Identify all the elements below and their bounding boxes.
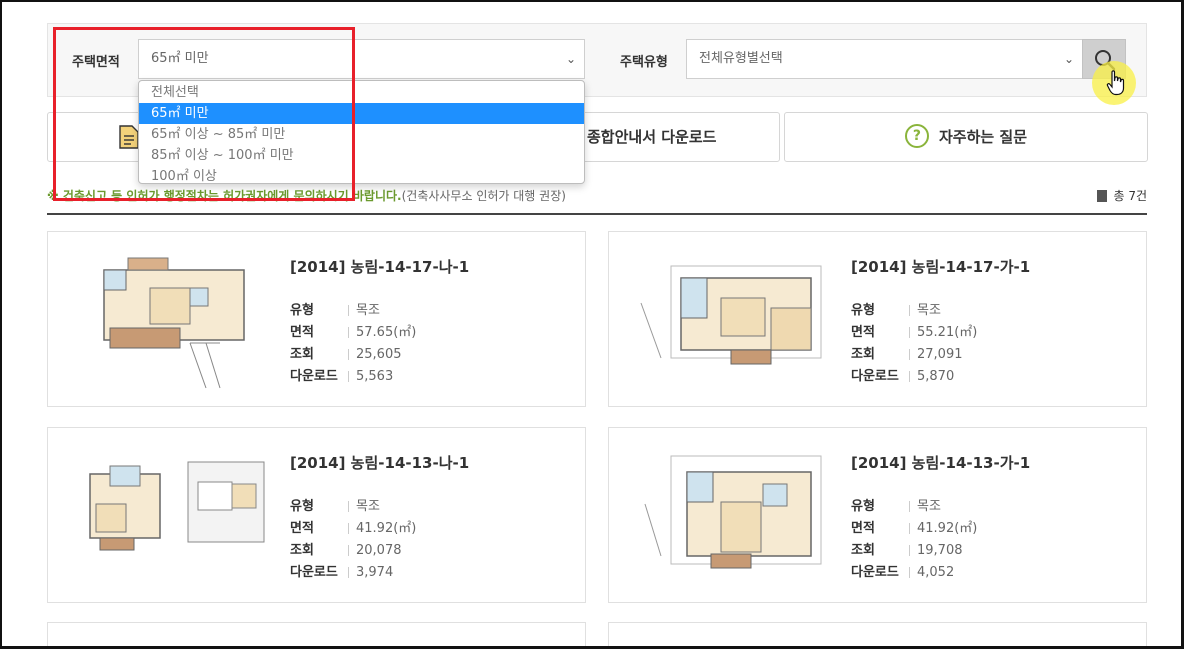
spec-value-views: 19,708 (917, 543, 963, 558)
total-count: 총 7건 (1097, 187, 1147, 204)
house-card[interactable] (608, 622, 1147, 649)
floor-plan-image (103, 257, 245, 389)
spec-label-area: 면적 (290, 325, 314, 340)
floor-plan-image (644, 455, 822, 569)
spec-value-type: 목조 (356, 499, 380, 514)
notice-note: (건축사사무소 인허가 대행 권장) (401, 189, 566, 203)
question-icon: ? (904, 124, 929, 148)
type-select[interactable]: 전체유형별선택 ⌄ (686, 39, 1083, 79)
card-title[interactable]: [2014] 농림-14-17-나-1 (290, 256, 469, 277)
spec-label-type: 유형 (851, 303, 875, 318)
spec-label-views: 조회 (851, 347, 875, 362)
spec-value-views: 20,078 (356, 543, 402, 558)
spec-value-type: 목조 (917, 499, 941, 514)
type-select-value: 전체유형별선택 (699, 51, 783, 66)
chevron-down-icon: ⌄ (565, 52, 576, 66)
spec-value-downloads: 5,563 (356, 369, 394, 384)
house-card[interactable]: [2014] 농림-14-17-나-1 유형 목조 면적 57.65(㎡) 조회 25… (47, 231, 586, 407)
house-card[interactable]: [2014] 농림-14-13-가-1 유형 목조 면적 41.92(㎡) 조회 19… (608, 427, 1147, 603)
spec-value-downloads: 5,870 (917, 369, 955, 384)
house-card[interactable] (47, 622, 586, 649)
spec-label-area: 면적 (290, 521, 314, 536)
spec-value-area: 41.92(㎡) (917, 521, 978, 536)
spec-label-views: 조회 (851, 543, 875, 558)
spec-label-downloads: 다운로드 (851, 369, 899, 384)
spec-value-type: 목조 (917, 303, 941, 318)
faq-label: 자주하는 질문 (938, 128, 1028, 146)
type-label: 주택유형 (620, 55, 668, 70)
spec-value-downloads: 4,052 (917, 565, 955, 580)
spec-label-views: 조회 (290, 543, 314, 558)
chevron-down-icon: ⌄ (1063, 52, 1074, 66)
spec-label-area: 면적 (851, 521, 875, 536)
list-icon (1097, 189, 1108, 202)
spec-value-views: 27,091 (917, 347, 963, 362)
card-specs: 유형 목조 면적 41.92(㎡) 조회 20,078 다운로드 3,974 (290, 496, 416, 584)
spec-value-area: 57.65(㎡) (356, 325, 417, 340)
spec-label-downloads: 다운로드 (290, 369, 338, 384)
spec-value-views: 25,605 (356, 347, 402, 362)
spec-label-area: 면적 (851, 325, 875, 340)
faq-button[interactable]: ? 자주하는 질문 (784, 112, 1148, 162)
spec-value-area: 55.21(㎡) (917, 325, 978, 340)
guide-download-label: 종합안내서 다운로드 (587, 128, 717, 146)
total-count-text: 총 7건 (1113, 189, 1147, 203)
house-card[interactable]: [2014] 농림-14-17-가-1 유형 목조 면적 55.21(㎡) 조회 27… (608, 231, 1147, 407)
card-specs: 유형 목조 면적 41.92(㎡) 조회 19,708 다운로드 4,052 (851, 496, 977, 584)
spec-label-downloads: 다운로드 (851, 565, 899, 580)
card-title[interactable]: [2014] 농림-14-13-가-1 (851, 452, 1030, 473)
spec-label-views: 조회 (290, 347, 314, 362)
spec-value-downloads: 3,974 (356, 565, 394, 580)
card-specs: 유형 목조 면적 55.21(㎡) 조회 27,091 다운로드 5,870 (851, 300, 977, 388)
floor-plan-image (640, 265, 822, 365)
card-title[interactable]: [2014] 농림-14-17-가-1 (851, 256, 1030, 277)
divider (47, 213, 1147, 215)
floor-plan-image (89, 461, 265, 551)
spec-label-type: 유형 (851, 499, 875, 514)
spec-label-type: 유형 (290, 303, 314, 318)
spec-label-type: 유형 (290, 499, 314, 514)
spec-value-area: 41.92(㎡) (356, 521, 417, 536)
card-title[interactable]: [2014] 농림-14-13-나-1 (290, 452, 469, 473)
highlight-box (53, 27, 355, 201)
spec-value-type: 목조 (356, 303, 380, 318)
spec-label-downloads: 다운로드 (290, 565, 338, 580)
hand-cursor-icon (1106, 70, 1125, 96)
house-card[interactable]: [2014] 농림-14-13-나-1 유형 목조 면적 41.92(㎡) 조회 20… (47, 427, 586, 603)
card-specs: 유형 목조 면적 57.65(㎡) 조회 25,605 다운로드 5,563 (290, 300, 416, 388)
